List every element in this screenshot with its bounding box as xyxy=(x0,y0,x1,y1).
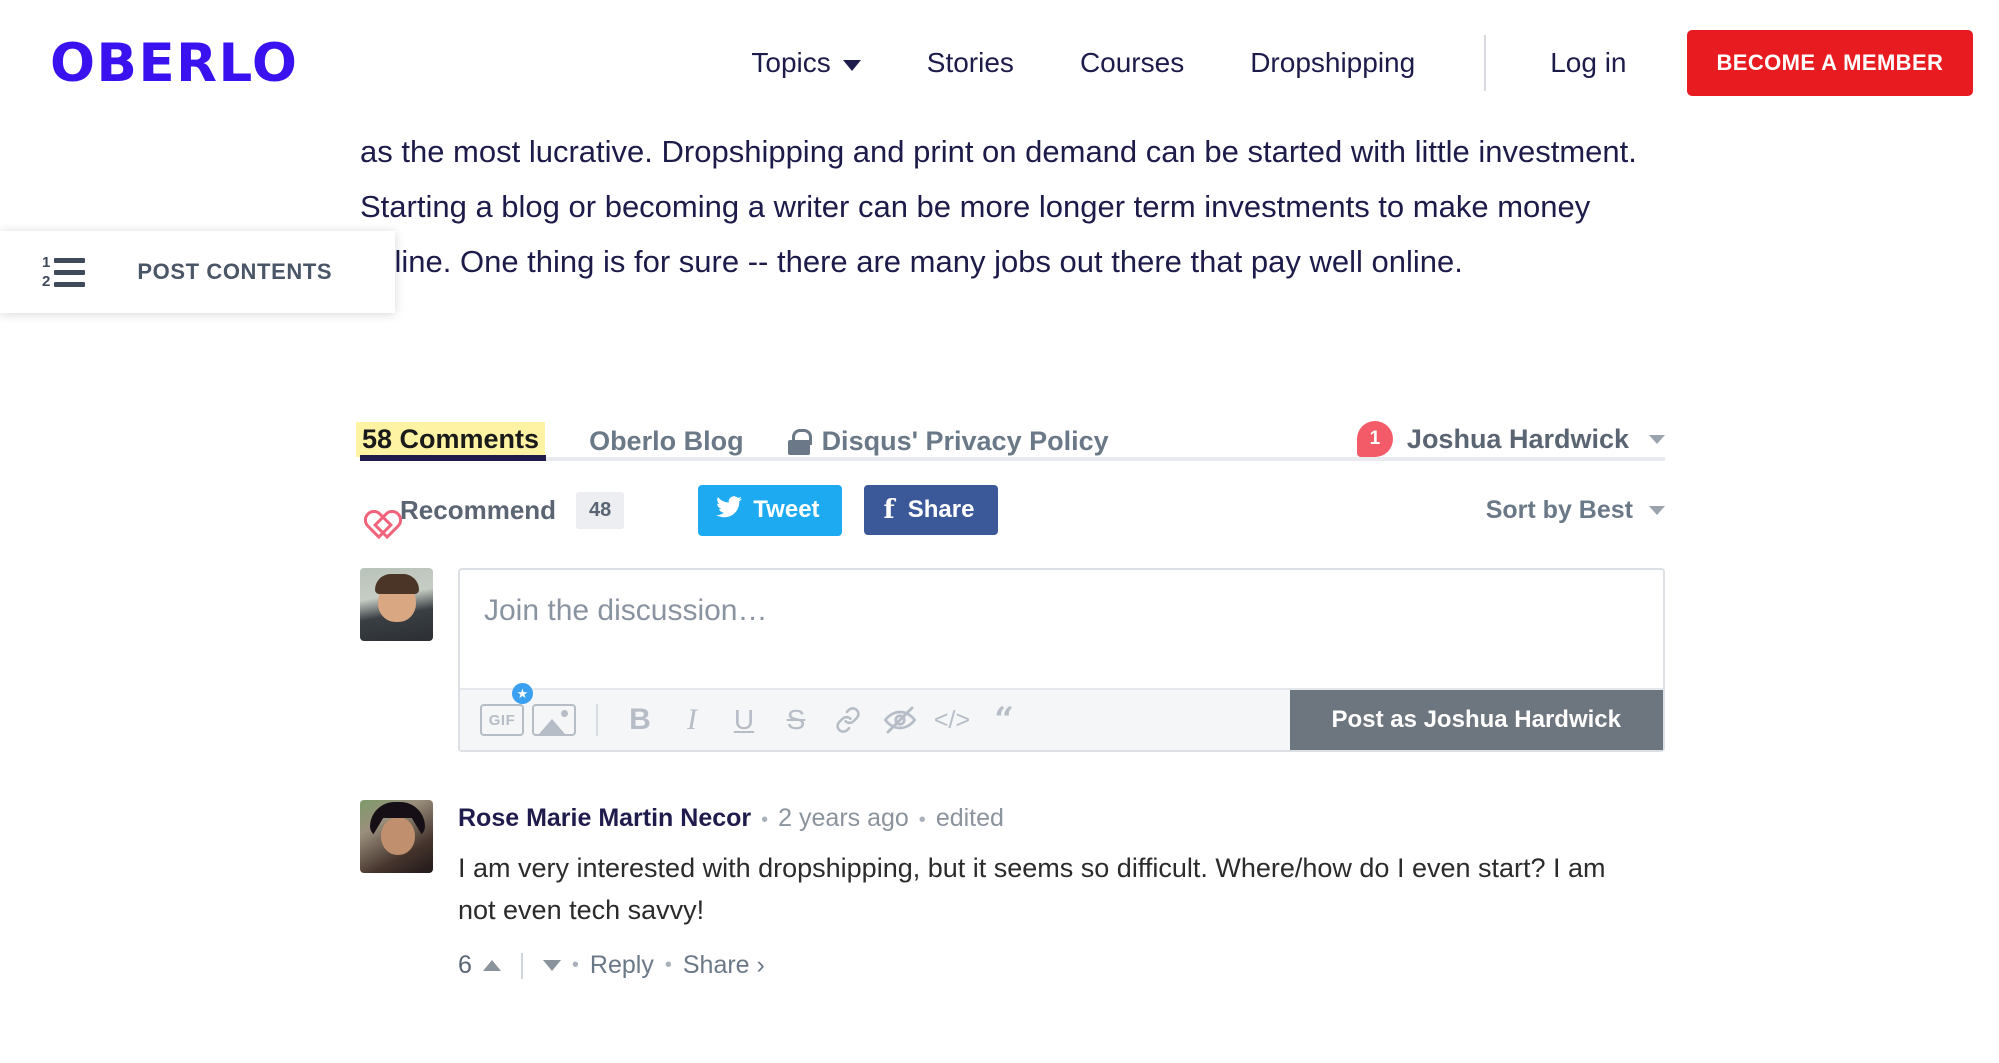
image-icon[interactable] xyxy=(528,689,580,751)
strikethrough-icon[interactable]: S xyxy=(770,689,822,751)
disqus-share-row: Recommend 48 Tweet f Share Sort by Best xyxy=(360,487,1665,533)
recommend-button[interactable]: Recommend 48 xyxy=(360,492,624,529)
sort-by-label: Sort by Best xyxy=(1486,496,1633,525)
meta-separator: • xyxy=(665,954,672,977)
comment-author-name[interactable]: Rose Marie Martin Necor xyxy=(458,804,751,833)
nav-item-stories[interactable]: Stories xyxy=(894,47,1047,79)
ordered-list-line xyxy=(54,258,85,263)
tab-underline xyxy=(360,457,1665,461)
disqus-tab-bar: 58 Comments Oberlo Blog Disqus' Privacy … xyxy=(360,399,1665,457)
comment-actions: 6 • Reply • Share › xyxy=(458,951,1665,980)
current-user-avatar xyxy=(360,568,433,641)
post-contents-label: POST CONTENTS xyxy=(137,259,332,285)
site-header: OBERLO Topics Stories Courses Dropshippi… xyxy=(0,0,1999,126)
reply-link[interactable]: Reply xyxy=(590,951,654,980)
comment-composer: Join the discussion… GIF ★ B I U xyxy=(360,568,1665,752)
disqus-username: Joshua Hardwick xyxy=(1407,424,1629,455)
underline-icon[interactable]: U xyxy=(718,689,770,751)
twitter-icon xyxy=(716,496,742,525)
tab-oberlo-blog[interactable]: Oberlo Blog xyxy=(589,426,744,457)
login-link[interactable]: Log in xyxy=(1522,47,1654,79)
comment-edited-label: edited xyxy=(936,804,1004,833)
tweet-label: Tweet xyxy=(753,496,819,524)
nav-item-dropshipping[interactable]: Dropshipping xyxy=(1217,47,1448,79)
toolbar-divider xyxy=(596,704,598,736)
ordered-list-line xyxy=(54,282,85,287)
recommend-label: Recommend xyxy=(400,495,556,526)
disqus-comments-section: 58 Comments Oberlo Blog Disqus' Privacy … xyxy=(0,399,1999,980)
notification-badge[interactable]: 1 xyxy=(1357,421,1393,457)
vote-divider xyxy=(521,953,523,979)
tab-privacy-policy[interactable]: Disqus' Privacy Policy xyxy=(788,426,1109,457)
article-paragraph: as the most lucrative. Dropshipping and … xyxy=(360,124,1669,289)
nav-divider xyxy=(1484,35,1486,91)
ordered-list-line xyxy=(54,270,85,275)
post-comment-button[interactable]: Post as Joshua Hardwick xyxy=(1290,690,1663,750)
become-a-member-button[interactable]: BECOME A MEMBER xyxy=(1687,30,1974,96)
downvote-icon[interactable] xyxy=(543,960,561,971)
chevron-down-icon xyxy=(1649,506,1665,515)
comment-author-avatar xyxy=(360,800,433,873)
italic-icon[interactable]: I xyxy=(666,689,718,751)
tweet-button[interactable]: Tweet xyxy=(698,485,841,536)
comment-timestamp: 2 years ago xyxy=(778,804,909,833)
nav-item-topics-label: Topics xyxy=(751,47,830,79)
oberlo-logo[interactable]: OBERLO xyxy=(50,37,298,90)
lock-icon xyxy=(788,429,810,455)
tab-comments[interactable]: 58 Comments xyxy=(356,422,545,457)
disqus-user-menu[interactable]: 1 Joshua Hardwick xyxy=(1357,421,1665,457)
meta-separator: • xyxy=(572,954,579,977)
comment-input[interactable]: Join the discussion… xyxy=(460,570,1663,688)
nav-item-courses[interactable]: Courses xyxy=(1047,47,1217,79)
nav-item-topics[interactable]: Topics xyxy=(718,47,893,79)
recommend-count: 48 xyxy=(576,492,624,529)
sort-by-dropdown[interactable]: Sort by Best xyxy=(1486,496,1665,525)
share-link[interactable]: Share › xyxy=(683,951,765,980)
code-icon[interactable]: </> xyxy=(926,689,978,751)
gif-icon[interactable]: GIF ★ xyxy=(476,689,528,751)
post-contents-widget[interactable]: 1 2 POST CONTENTS xyxy=(0,231,395,313)
bold-icon[interactable]: B xyxy=(614,689,666,751)
meta-separator: • xyxy=(761,809,768,832)
comment-item: Rose Marie Martin Necor • 2 years ago • … xyxy=(360,800,1665,980)
meta-separator: • xyxy=(919,809,926,832)
chevron-down-icon xyxy=(1649,435,1665,444)
tab-privacy-policy-label: Disqus' Privacy Policy xyxy=(822,426,1109,457)
spoiler-icon[interactable] xyxy=(874,689,926,751)
facebook-share-label: Share xyxy=(908,496,975,524)
composer-toolbar: GIF ★ B I U S xyxy=(460,688,1663,750)
ordered-list-number-1: 1 xyxy=(42,255,50,270)
facebook-icon: f xyxy=(884,497,895,523)
heart-icon xyxy=(360,497,388,523)
chevron-down-icon xyxy=(843,60,861,71)
primary-navigation: Topics Stories Courses Dropshipping Log … xyxy=(718,30,1973,96)
ordered-list-number-2: 2 xyxy=(42,274,50,289)
ordered-list-icon: 1 2 xyxy=(42,255,85,289)
comment-header: Rose Marie Martin Necor • 2 years ago • … xyxy=(458,804,1665,833)
upvote-icon[interactable] xyxy=(483,960,501,971)
comment-text: I am very interested with dropshipping, … xyxy=(458,847,1618,931)
facebook-share-button[interactable]: f Share xyxy=(864,485,999,535)
quote-icon[interactable]: “ xyxy=(978,689,1030,751)
upvote-count: 6 xyxy=(458,951,472,980)
link-icon[interactable] xyxy=(822,689,874,751)
